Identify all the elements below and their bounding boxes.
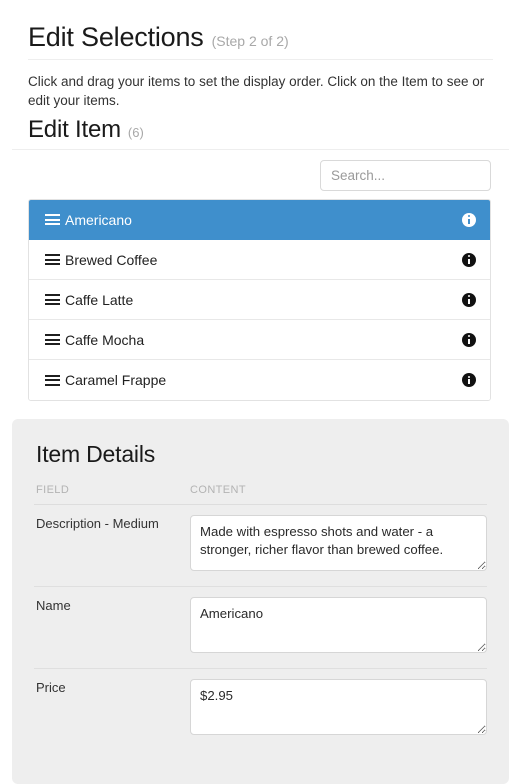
info-icon[interactable] [462, 332, 476, 347]
table-row: Name [34, 586, 487, 669]
page-header: Edit Selections (Step 2 of 2) Click and … [0, 0, 521, 110]
column-header-content: CONTENT [188, 484, 487, 505]
item-details-panel: Item Details FIELD CONTENT Description -… [12, 419, 509, 784]
hamburger-drag-icon[interactable] [45, 332, 60, 348]
item-list: Americano Brewed Coffee Caffe Latte Caff… [28, 199, 491, 401]
info-icon[interactable] [462, 212, 476, 227]
section-header-row: Edit Item (6) [12, 110, 509, 150]
field-label: Price [36, 680, 66, 695]
price-textarea[interactable] [190, 679, 487, 735]
column-header-field: FIELD [34, 484, 189, 505]
description-medium-textarea[interactable] [190, 515, 487, 571]
search-row [0, 150, 521, 191]
field-value-cell [188, 586, 487, 669]
info-icon[interactable] [462, 373, 476, 387]
hamburger-drag-icon[interactable] [45, 252, 60, 268]
list-item[interactable]: Americano [29, 200, 490, 240]
section-header-wrap: Edit Item (6) [0, 110, 521, 150]
table-row: Price [34, 669, 487, 751]
list-item-label: Caffe Mocha [65, 331, 145, 348]
list-item[interactable]: Caffe Latte [29, 280, 490, 320]
name-textarea[interactable] [190, 597, 487, 653]
hamburger-drag-icon[interactable] [45, 372, 60, 388]
list-item[interactable]: Caramel Frappe [29, 360, 490, 400]
field-value-cell [188, 669, 487, 751]
item-details-table: FIELD CONTENT Description - Medium Name … [34, 484, 487, 750]
field-value-cell [188, 504, 487, 587]
table-row: Description - Medium [34, 504, 487, 587]
list-item-label: Brewed Coffee [65, 251, 158, 268]
field-label: Description - Medium [34, 504, 189, 587]
hamburger-drag-icon[interactable] [45, 212, 60, 228]
list-item-label: Caffe Latte [65, 291, 134, 308]
info-icon[interactable] [462, 292, 476, 307]
section-title: Edit Item [28, 116, 121, 143]
section-item-count: (6) [127, 125, 144, 140]
list-item[interactable]: Caffe Mocha [29, 320, 490, 360]
table-header-row: FIELD CONTENT [34, 484, 487, 505]
info-icon[interactable] [462, 252, 476, 267]
search-input[interactable] [320, 160, 491, 191]
instructions-text: Click and drag your items to set the dis… [28, 74, 485, 108]
list-item-label: Americano [65, 211, 132, 228]
step-indicator: (Step 2 of 2) [211, 33, 289, 49]
list-item-label: Caramel Frappe [65, 372, 167, 388]
page-title: Edit Selections [28, 22, 204, 52]
hamburger-drag-icon[interactable] [45, 292, 60, 308]
item-details-title: Item Details [36, 441, 156, 467]
list-item[interactable]: Brewed Coffee [29, 240, 490, 280]
page-title-row: Edit Selections (Step 2 of 2) [28, 0, 493, 60]
field-label: Name [34, 586, 189, 669]
